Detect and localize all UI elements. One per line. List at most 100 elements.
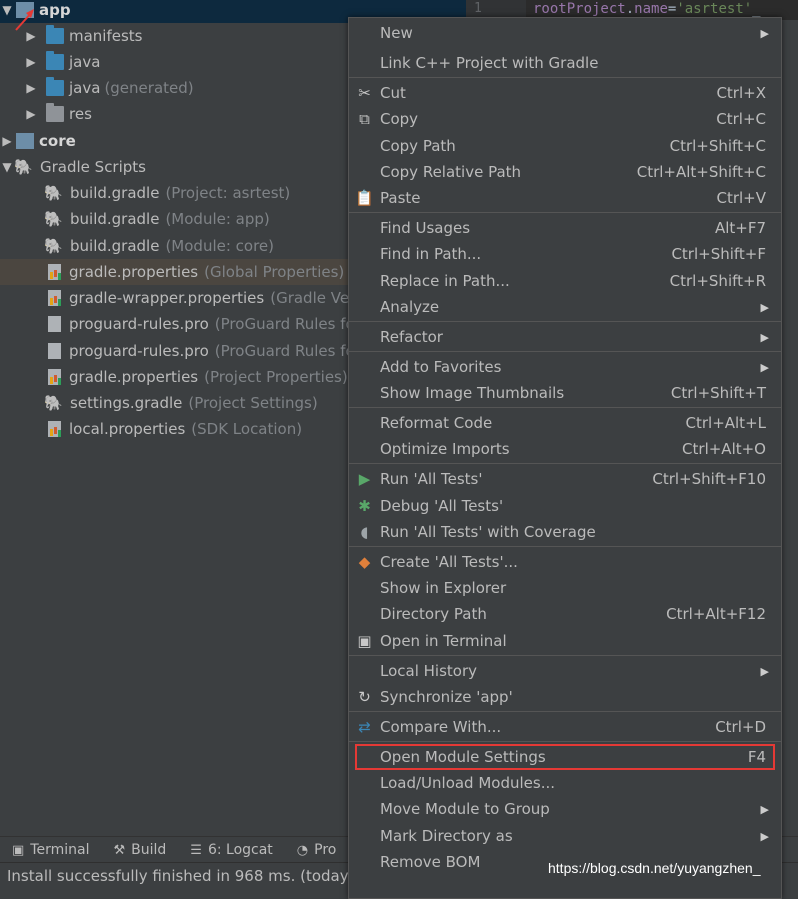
menu-item-label: Link C++ Project with Gradle bbox=[380, 54, 599, 72]
menu-item-copy[interactable]: ⧉ Copy Ctrl+C bbox=[349, 106, 781, 132]
code-object: rootProject bbox=[533, 1, 626, 17]
menu-item-local-history[interactable]: Local History ▶ bbox=[349, 658, 781, 684]
resource-folder-icon bbox=[46, 103, 64, 122]
code-tail: _ bbox=[752, 1, 761, 17]
menu-item-replace-in-path[interactable]: Replace in Path... Ctrl+Shift+R bbox=[349, 268, 781, 294]
status-text: Install successfully finished in 968 ms.… bbox=[7, 866, 378, 885]
tree-item-hint: (Project Settings) bbox=[188, 394, 318, 412]
menu-item-link-cpp[interactable]: Link C++ Project with Gradle bbox=[349, 50, 781, 76]
menu-item-label: Debug 'All Tests' bbox=[380, 497, 504, 515]
menu-shortcut: Ctrl+Shift+F bbox=[671, 245, 766, 263]
menu-item-label: Move Module to Group bbox=[380, 800, 550, 818]
expand-arrow-icon[interactable]: ▼ bbox=[0, 3, 14, 17]
menu-item-label: Copy bbox=[380, 110, 419, 128]
menu-separator bbox=[349, 351, 781, 352]
tree-item-label: Gradle Scripts bbox=[40, 158, 146, 176]
menu-item-create-tests[interactable]: ◆ Create 'All Tests'... bbox=[349, 549, 781, 575]
compare-icon: ⇄ bbox=[358, 718, 371, 736]
folder-icon bbox=[46, 25, 64, 44]
menu-item-analyze[interactable]: Analyze ▶ bbox=[349, 294, 781, 320]
copy-icon: ⧉ bbox=[359, 110, 370, 128]
collapse-arrow-icon[interactable]: ▶ bbox=[24, 55, 38, 69]
menu-item-copy-path[interactable]: Copy Path Ctrl+Shift+C bbox=[349, 133, 781, 159]
create-test-icon: ◆ bbox=[358, 553, 371, 571]
menu-item-open-terminal[interactable]: ▣ Open in Terminal bbox=[349, 628, 781, 654]
menu-separator bbox=[349, 655, 781, 656]
menu-item-label: Local History bbox=[380, 662, 478, 680]
menu-item-mark-directory[interactable]: Mark Directory as ▶ bbox=[349, 823, 781, 849]
menu-item-load-unload-modules[interactable]: Load/Unload Modules... bbox=[349, 770, 781, 796]
menu-item-show-in-explorer[interactable]: Show in Explorer bbox=[349, 575, 781, 601]
menu-item-add-to-favorites[interactable]: Add to Favorites ▶ bbox=[349, 354, 781, 380]
properties-file-icon bbox=[48, 264, 61, 280]
menu-item-cut[interactable]: ✂ Cut Ctrl+X bbox=[349, 80, 781, 106]
code-string: 'asrtest' bbox=[676, 1, 753, 17]
menu-item-refactor[interactable]: Refactor ▶ bbox=[349, 324, 781, 350]
collapse-arrow-icon[interactable]: ▶ bbox=[24, 81, 38, 95]
tree-item-label: build.gradle bbox=[70, 237, 160, 255]
menu-item-move-module[interactable]: Move Module to Group ▶ bbox=[349, 796, 781, 822]
annotation-arrow-icon bbox=[15, 9, 34, 31]
properties-file-icon bbox=[48, 369, 61, 385]
menu-item-paste[interactable]: 📋 Paste Ctrl+V bbox=[349, 185, 781, 211]
menu-shortcut: Ctrl+Alt+L bbox=[685, 414, 767, 432]
tree-item-hint: (Global Properties) bbox=[204, 263, 345, 281]
menu-shortcut: Ctrl+Shift+R bbox=[669, 272, 766, 290]
menu-item-reformat-code[interactable]: Reformat Code Ctrl+Alt+L bbox=[349, 410, 781, 436]
tree-item-hint: (Gradle Ver bbox=[270, 289, 356, 307]
terminal-tab-label: Terminal bbox=[30, 842, 90, 858]
build-tab-label: Build bbox=[131, 842, 167, 858]
code-line[interactable]: rootProject.name='asrtest'_ bbox=[533, 0, 761, 18]
menu-item-label: Directory Path bbox=[380, 605, 487, 623]
menu-item-run-tests[interactable]: ▶ Run 'All Tests' Ctrl+Shift+F10 bbox=[349, 466, 781, 492]
clipboard-icon: 📋 bbox=[355, 189, 374, 207]
collapse-arrow-icon[interactable]: ▶ bbox=[0, 134, 14, 148]
menu-item-synchronize[interactable]: ↻ Synchronize 'app' bbox=[349, 684, 781, 710]
profiler-tab[interactable]: ◔ Pro bbox=[297, 842, 337, 858]
menu-item-label: Find Usages bbox=[380, 219, 471, 237]
tree-item-label: gradle.properties bbox=[69, 368, 199, 386]
menu-item-copy-relative-path[interactable]: Copy Relative Path Ctrl+Alt+Shift+C bbox=[349, 159, 781, 185]
menu-item-find-usages[interactable]: Find Usages Alt+F7 bbox=[349, 215, 781, 241]
menu-item-debug-tests[interactable]: ✱ Debug 'All Tests' bbox=[349, 493, 781, 519]
menu-item-label: Show in Explorer bbox=[380, 579, 507, 597]
menu-item-run-coverage[interactable]: ◖ Run 'All Tests' with Coverage bbox=[349, 519, 781, 545]
menu-separator bbox=[349, 212, 781, 213]
tree-item-hint: (Project: asrtest) bbox=[165, 184, 291, 202]
build-tab[interactable]: ⚒ Build bbox=[113, 842, 166, 858]
tree-item-label: gradle-wrapper.properties bbox=[69, 289, 265, 307]
tree-item-label: build.gradle bbox=[70, 210, 160, 228]
menu-shortcut: Ctrl+Alt+O bbox=[682, 440, 766, 458]
menu-item-optimize-imports[interactable]: Optimize Imports Ctrl+Alt+O bbox=[349, 436, 781, 462]
properties-file-icon bbox=[48, 290, 61, 306]
tree-item-label: proguard-rules.pro bbox=[69, 315, 209, 333]
menu-item-new[interactable]: New ▶ bbox=[349, 20, 781, 46]
menu-item-label: Copy Path bbox=[380, 137, 456, 155]
menu-item-label: Analyze bbox=[380, 298, 440, 316]
menu-item-compare-with[interactable]: ⇄ Compare With... Ctrl+D bbox=[349, 714, 781, 740]
menu-item-label: Mark Directory as bbox=[380, 827, 513, 845]
collapse-arrow-icon[interactable]: ▶ bbox=[24, 107, 38, 121]
properties-file-icon bbox=[48, 421, 61, 437]
menu-item-directory-path[interactable]: Directory Path Ctrl+Alt+F12 bbox=[349, 601, 781, 627]
menu-item-label: Open in Terminal bbox=[380, 632, 507, 650]
tree-item-hint: (generated) bbox=[104, 79, 194, 97]
menu-separator bbox=[349, 321, 781, 322]
logcat-tab[interactable]: ☰ 6: Logcat bbox=[190, 842, 273, 858]
menu-shortcut: Ctrl+Alt+F12 bbox=[666, 605, 766, 623]
expand-arrow-icon[interactable]: ▼ bbox=[0, 160, 14, 174]
tree-item-hint: (ProGuard Rules fo bbox=[214, 315, 355, 333]
submenu-arrow-icon: ▶ bbox=[760, 829, 769, 843]
tree-item-label: java bbox=[69, 79, 101, 97]
menu-shortcut: Ctrl+C bbox=[716, 110, 766, 128]
tree-item-label: local.properties bbox=[69, 420, 186, 438]
tree-item-label: settings.gradle bbox=[70, 394, 183, 412]
terminal-tab[interactable]: ▣ Terminal bbox=[12, 842, 89, 858]
menu-item-label: Copy Relative Path bbox=[380, 163, 522, 181]
menu-separator bbox=[349, 463, 781, 464]
menu-separator bbox=[349, 546, 781, 547]
menu-item-find-in-path[interactable]: Find in Path... Ctrl+Shift+F bbox=[349, 241, 781, 267]
menu-item-show-thumbnails[interactable]: Show Image Thumbnails Ctrl+Shift+T bbox=[349, 380, 781, 406]
highlight-annotation-box bbox=[355, 744, 775, 770]
terminal-icon: ▣ bbox=[357, 632, 372, 650]
